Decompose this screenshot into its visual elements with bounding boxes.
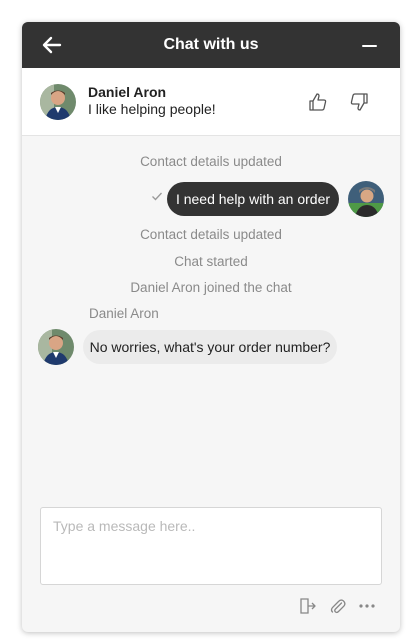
agent-message-bubble: No worries, what's your order number? xyxy=(83,330,337,364)
paperclip-icon[interactable] xyxy=(329,597,347,615)
check-icon xyxy=(152,192,162,201)
chat-header: Chat with us xyxy=(22,22,400,68)
message-sender-label: Daniel Aron xyxy=(89,306,159,321)
thumbs-up-icon[interactable] xyxy=(308,92,328,112)
agent-name: Daniel Aron xyxy=(88,84,167,100)
more-horizontal-icon[interactable] xyxy=(358,597,376,615)
system-message: Chat started xyxy=(174,254,248,269)
user-avatar xyxy=(348,181,384,217)
chat-widget: Chat with us Daniel Aron I like helping … xyxy=(22,22,400,632)
minus-icon[interactable] xyxy=(362,38,378,52)
agent-tagline: I like helping people! xyxy=(88,101,216,117)
system-message: Contact details updated xyxy=(140,154,282,169)
chat-title: Chat with us xyxy=(163,36,259,53)
agent-avatar xyxy=(38,329,74,365)
message-input[interactable] xyxy=(40,507,382,585)
exit-icon[interactable] xyxy=(298,597,316,615)
system-message: Contact details updated xyxy=(140,227,282,242)
agent-avatar xyxy=(40,84,76,120)
system-message: Daniel Aron joined the chat xyxy=(130,280,292,295)
thumbs-down-icon[interactable] xyxy=(349,92,369,112)
agent-info-bar: Daniel Aron I like helping people! xyxy=(22,68,400,136)
user-message-bubble: I need help with an order xyxy=(167,182,339,216)
